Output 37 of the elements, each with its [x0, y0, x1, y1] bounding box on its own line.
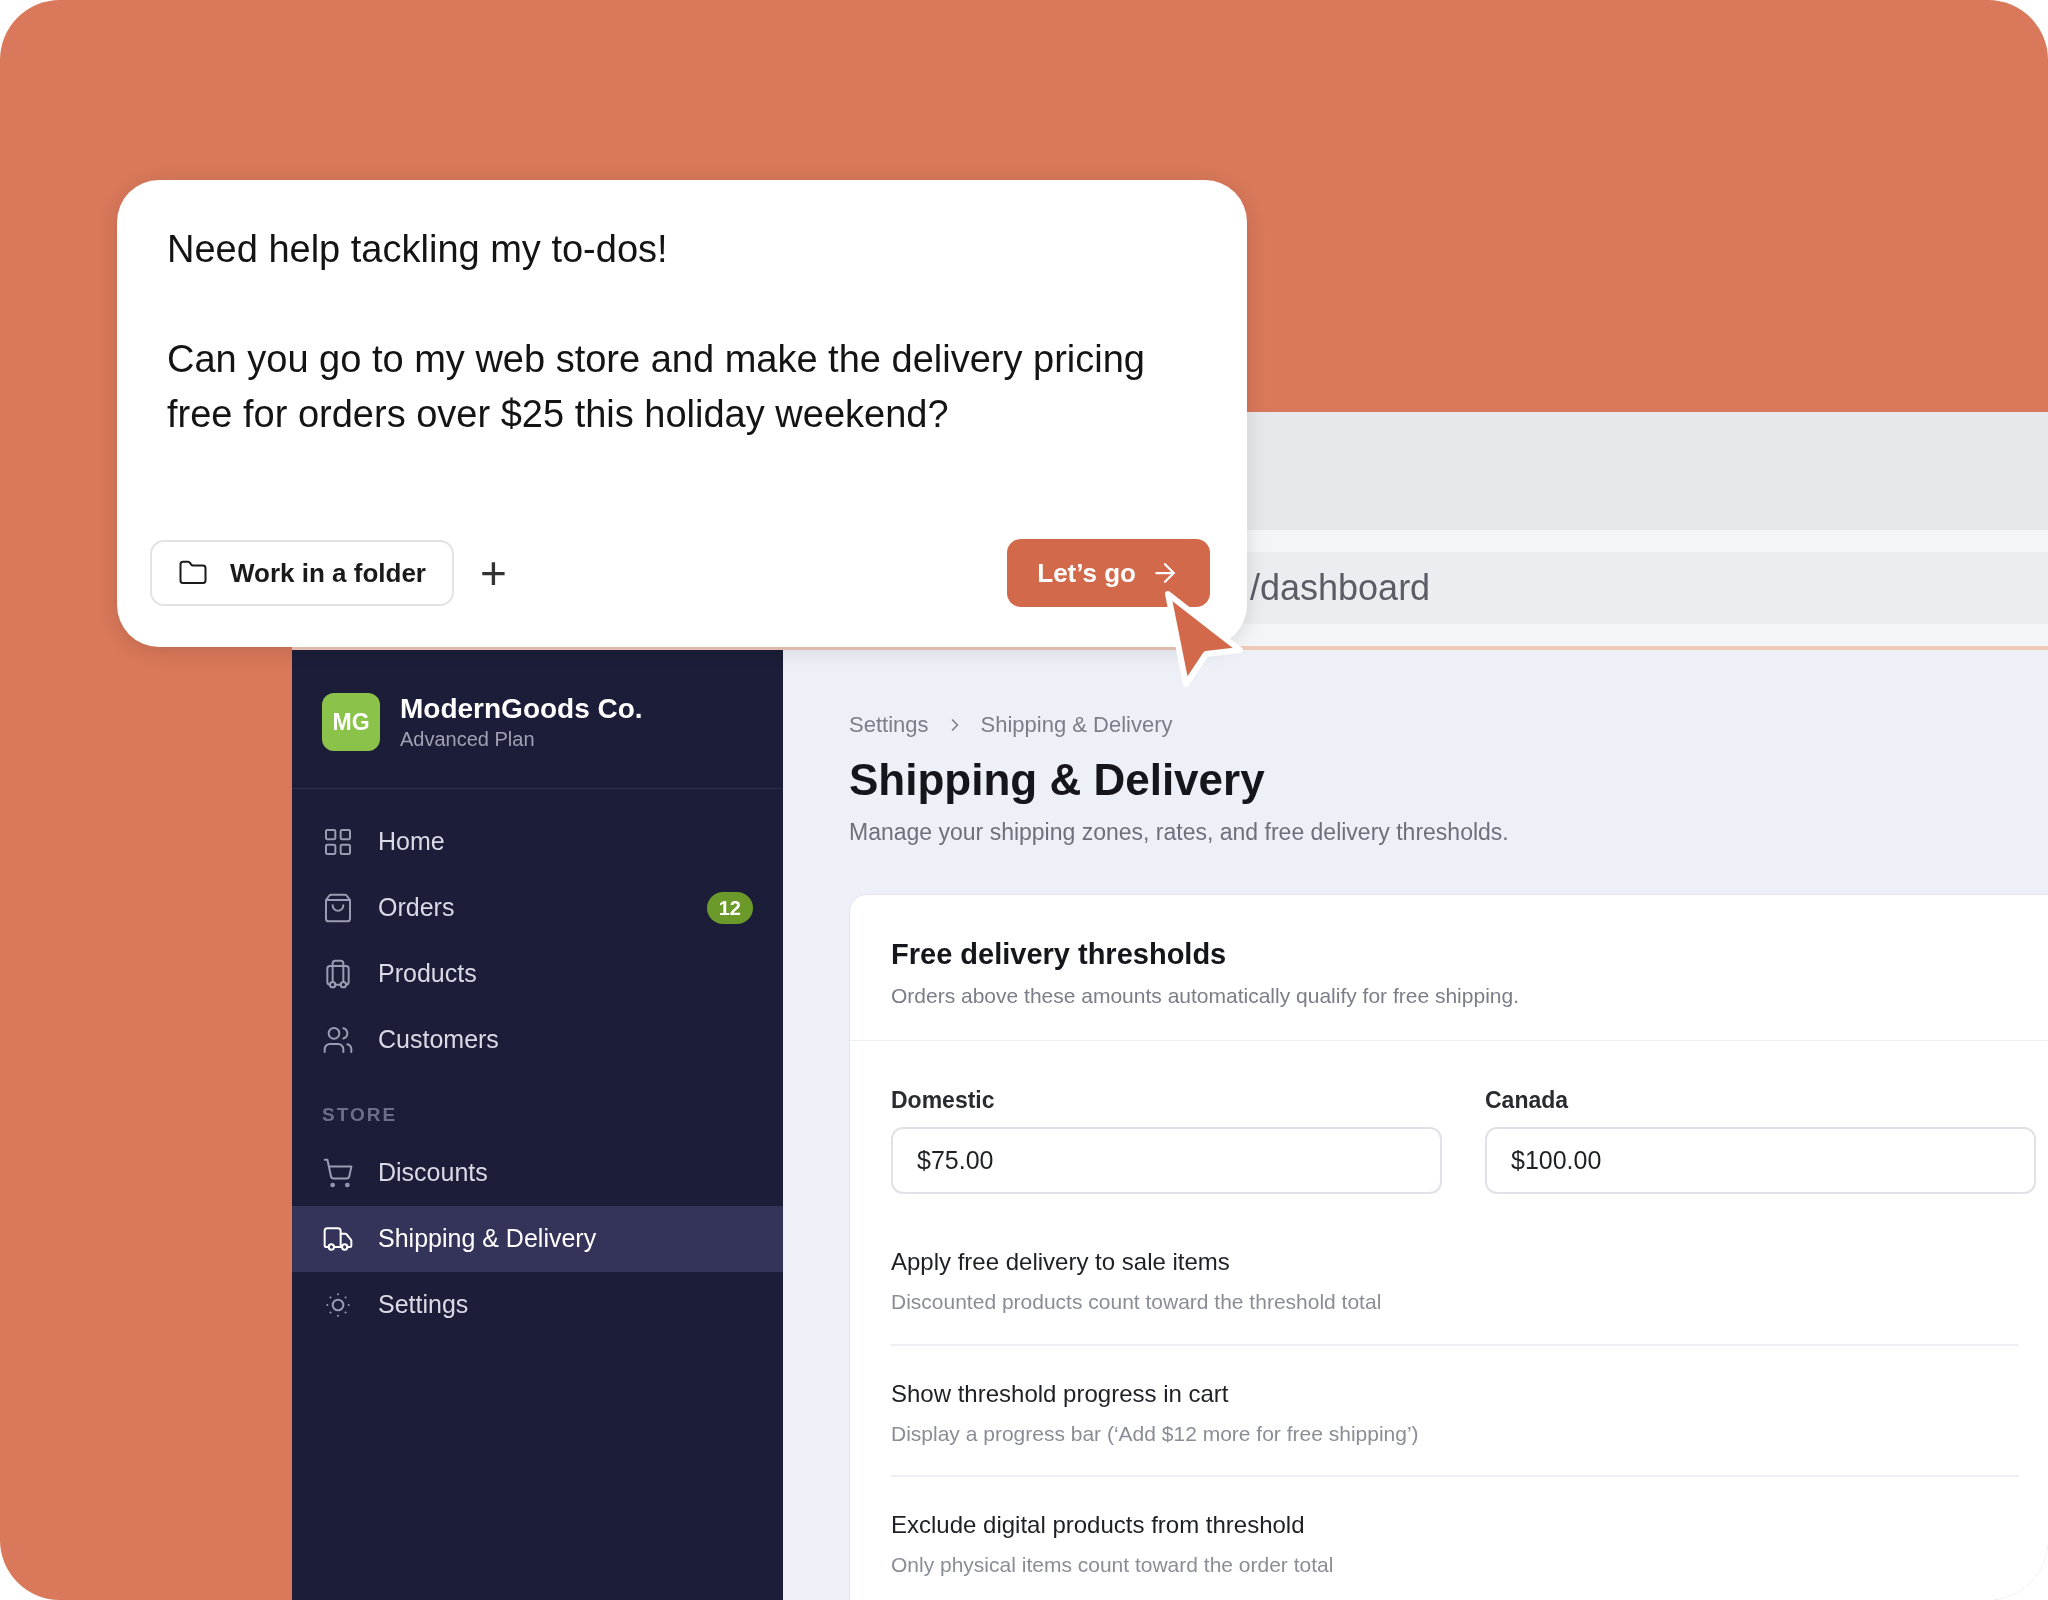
bag-icon: [322, 892, 354, 924]
option-description: Only physical items count toward the order total: [891, 1552, 1335, 1578]
nav-item[interactable]: Shipping & Delivery: [292, 1205, 783, 1272]
plan-label: Advanced Plan: [400, 727, 536, 752]
option-description: Display a progress bar (‘Add $12 more for free shipping’): [891, 1420, 1420, 1447]
card-title: Free delivery thresholds: [891, 936, 1228, 972]
breadcrumb-link[interactable]: Shipping & Delivery: [980, 708, 1173, 741]
add-button[interactable]: +: [474, 550, 513, 596]
nav-item[interactable]: Discounts: [292, 1139, 783, 1206]
breadcrumb-link[interactable]: Settings: [849, 708, 929, 741]
amount-input[interactable]: $100.00: [1485, 1127, 2036, 1194]
count-badge: 12: [706, 892, 753, 924]
nav-item[interactable]: Customers: [292, 1007, 783, 1073]
cart-icon: [322, 1156, 354, 1189]
page-title: Shipping & Delivery: [849, 754, 1266, 806]
brand-name: ModernGoods Co.: [400, 692, 643, 726]
page-subtitle: Manage your shipping zones, rates, and free delivery thresholds.: [849, 818, 1510, 847]
option-title: Show threshold progress in cart: [891, 1378, 1230, 1409]
message-text: Can you go to my web store and make the delivery pricing free for orders over $25 this holiday weekend?: [167, 337, 1146, 437]
option-title: Apply free delivery to sale items: [891, 1247, 1231, 1277]
field-label: Domestic: [891, 1085, 996, 1115]
folder-button[interactable]: Work in a folder: [150, 540, 454, 606]
card-subtitle: Orders above these amounts automatically qualify for free shipping.: [891, 983, 1520, 1009]
brand-logo: MG: [322, 693, 380, 751]
nav-item[interactable]: Orders 12: [292, 875, 783, 941]
nav-item[interactable]: Products: [292, 941, 783, 1007]
grid-icon: [322, 826, 354, 858]
option-title: Exclude digital products from threshold: [891, 1510, 1306, 1540]
section-heading: STORE: [321, 1103, 399, 1127]
field-label: Canada: [1485, 1085, 1570, 1115]
nav-item[interactable]: Settings: [292, 1271, 783, 1338]
amount-input[interactable]: $75.00: [891, 1127, 1442, 1194]
option-description: Discounted products count toward the threshold total: [891, 1289, 1383, 1315]
message-text: Need help tackling my to-dos!: [167, 227, 669, 272]
submit-button[interactable]: Let’s go: [1007, 539, 1210, 607]
users-icon: [322, 1024, 354, 1056]
nav-item[interactable]: Home: [292, 809, 783, 875]
